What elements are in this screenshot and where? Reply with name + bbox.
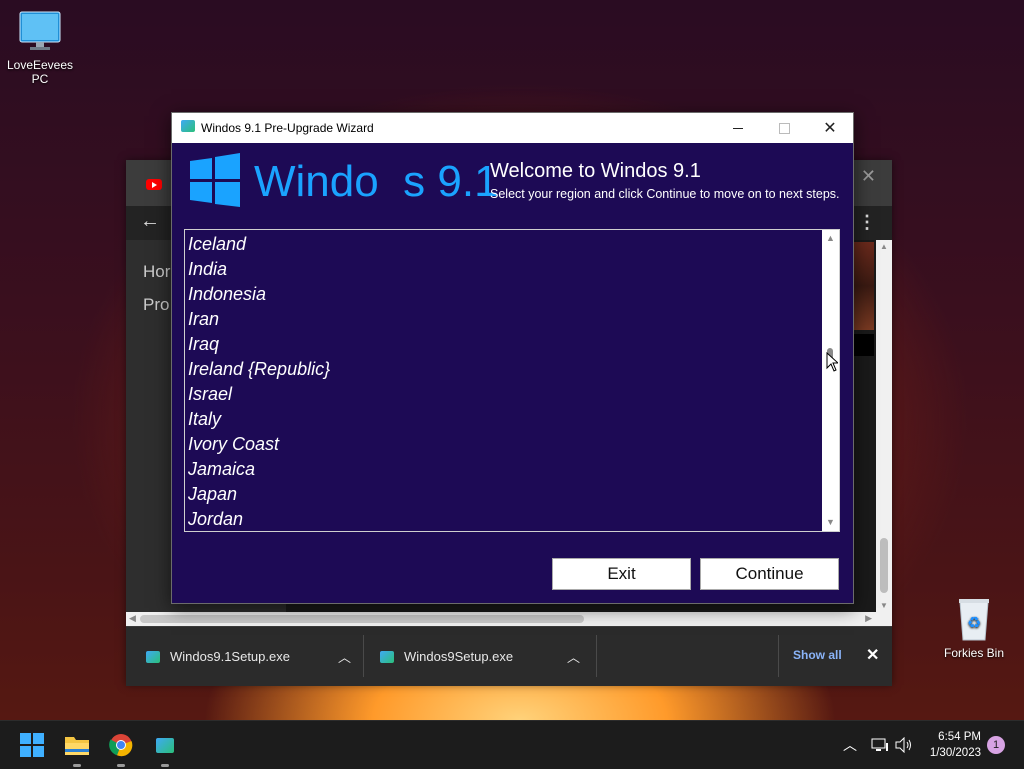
region-listbox[interactable]: Iceland India Indonesia Iran Iraq Ireland {Re… bbox=[184, 229, 840, 532]
mouse-cursor-icon bbox=[826, 351, 840, 377]
scroll-left-icon[interactable]: ◀ bbox=[129, 613, 136, 624]
region-option[interactable]: Jordan bbox=[188, 507, 330, 531]
close-icon: ✕ bbox=[823, 120, 837, 137]
notification-badge[interactable]: 1 bbox=[987, 736, 1005, 754]
network-icon[interactable] bbox=[871, 721, 889, 769]
region-option[interactable]: Israel bbox=[188, 382, 330, 407]
welcome-title: Welcome to Windos 9.1 bbox=[490, 160, 701, 182]
start-button[interactable] bbox=[16, 729, 48, 761]
installer-icon bbox=[156, 737, 174, 753]
region-option[interactable]: Indonesia bbox=[188, 282, 330, 307]
page-image bbox=[852, 242, 874, 330]
running-indicator bbox=[73, 764, 81, 767]
exit-button[interactable]: Exit bbox=[552, 558, 691, 590]
taskbar-chrome[interactable] bbox=[105, 729, 137, 767]
separator bbox=[596, 635, 597, 677]
chrome-icon bbox=[109, 734, 133, 757]
desktop-icon-pc[interactable]: LoveEevees PC bbox=[0, 10, 80, 86]
separator bbox=[363, 635, 364, 677]
region-option[interactable]: India bbox=[188, 257, 330, 282]
separator bbox=[778, 635, 779, 677]
app-icon bbox=[181, 120, 195, 132]
scroll-up-icon[interactable]: ▲ bbox=[822, 230, 839, 247]
region-option[interactable]: Italy bbox=[188, 407, 330, 432]
continue-button[interactable]: Continue bbox=[700, 558, 839, 590]
recycle-bin-icon: ♻ bbox=[954, 596, 994, 642]
chevron-up-icon[interactable]: ︿ bbox=[567, 647, 580, 666]
desktop-icon-label: Forkies Bin bbox=[943, 646, 1005, 660]
region-option[interactable]: Jamaica bbox=[188, 457, 330, 482]
region-option[interactable]: Japan bbox=[188, 482, 330, 507]
download-filename: Windos9Setup.exe bbox=[404, 649, 514, 664]
scrollbar-thumb[interactable] bbox=[880, 538, 888, 593]
folder-icon bbox=[65, 737, 89, 755]
region-option[interactable]: Ireland {Republic} bbox=[188, 357, 330, 382]
download-item[interactable]: Windos9Setup.exe ︿ bbox=[380, 627, 580, 686]
logo-wordmark: Windo s 9.1 bbox=[254, 157, 499, 206]
close-icon[interactable]: ✕ bbox=[861, 166, 876, 187]
windows-start-icon bbox=[20, 733, 44, 757]
wizard-window: Windos 9.1 Pre-Upgrade Wizard ✕ Windo s … bbox=[171, 112, 854, 604]
running-indicator bbox=[117, 764, 125, 767]
region-option[interactable]: Ivory Coast bbox=[188, 432, 330, 457]
scroll-down-icon[interactable]: ▼ bbox=[822, 514, 839, 531]
maximize-button[interactable] bbox=[761, 113, 807, 143]
vertical-scrollbar[interactable]: ▲ ▼ bbox=[876, 240, 892, 612]
region-option[interactable]: Iraq bbox=[188, 332, 330, 357]
close-button[interactable]: ✕ bbox=[807, 113, 853, 143]
windos-logo bbox=[190, 153, 242, 213]
windows-flag-icon bbox=[190, 153, 240, 207]
desktop-icon-label: LoveEevees PC bbox=[6, 58, 74, 86]
scroll-down-icon[interactable]: ▼ bbox=[880, 601, 888, 610]
region-option[interactable]: Iran bbox=[188, 307, 330, 332]
page-image-bar bbox=[852, 334, 874, 356]
scroll-up-icon[interactable]: ▲ bbox=[880, 242, 888, 251]
taskbar-file-explorer[interactable] bbox=[61, 729, 93, 767]
sidebar-item[interactable]: Pro bbox=[143, 295, 169, 315]
region-option[interactable]: Iceland bbox=[188, 232, 330, 257]
chevron-up-icon[interactable]: ︿ bbox=[338, 647, 351, 666]
taskbar-clock[interactable]: 6:54 PM 1/30/2023 bbox=[930, 729, 981, 761]
window-title: Windos 9.1 Pre-Upgrade Wizard bbox=[201, 121, 374, 135]
svg-text:♻: ♻ bbox=[967, 613, 981, 632]
back-arrow-icon[interactable]: ← bbox=[140, 210, 160, 233]
tray-overflow-icon[interactable]: ︿ bbox=[843, 721, 857, 769]
listbox-scrollbar[interactable]: ▲ ▼ bbox=[822, 230, 839, 531]
more-menu-icon[interactable]: ⋮ bbox=[858, 212, 876, 233]
running-indicator bbox=[161, 764, 169, 767]
minimize-icon bbox=[733, 127, 743, 129]
volume-icon[interactable] bbox=[895, 721, 913, 769]
region-list: Iceland India Indonesia Iran Iraq Ireland {Re… bbox=[188, 232, 330, 531]
maximize-icon bbox=[778, 122, 790, 134]
close-icon[interactable]: ✕ bbox=[866, 645, 879, 665]
clock-date: 1/30/2023 bbox=[929, 747, 981, 759]
show-all-link[interactable]: Show all bbox=[793, 648, 842, 662]
horizontal-scrollbar[interactable]: ◀ ▶ bbox=[126, 612, 892, 626]
youtube-icon bbox=[146, 179, 162, 190]
scroll-right-icon[interactable]: ▶ bbox=[865, 613, 872, 624]
taskbar-wizard[interactable] bbox=[149, 729, 181, 767]
sidebar-item[interactable]: Hor bbox=[143, 262, 170, 282]
installer-icon bbox=[146, 650, 160, 663]
installer-icon bbox=[380, 650, 394, 663]
desktop-icon-bin[interactable]: ♻ Forkies Bin bbox=[934, 596, 1014, 660]
taskbar: ︿ 6:54 PM 1/30/2023 1 bbox=[0, 720, 1024, 769]
download-filename: Windos9.1Setup.exe bbox=[170, 649, 290, 664]
download-item[interactable]: Windos9.1Setup.exe ︿ bbox=[146, 627, 351, 686]
clock-time: 6:54 PM bbox=[938, 731, 981, 743]
title-bar: Windos 9.1 Pre-Upgrade Wizard ✕ bbox=[172, 113, 853, 143]
monitor-icon bbox=[18, 10, 62, 54]
welcome-subtitle: Select your region and click Continue to… bbox=[490, 187, 840, 201]
scrollbar-thumb[interactable] bbox=[140, 615, 584, 623]
downloads-bar: Windos9.1Setup.exe ︿ Windos9Setup.exe ︿ … bbox=[126, 626, 892, 686]
minimize-button[interactable] bbox=[715, 113, 761, 143]
